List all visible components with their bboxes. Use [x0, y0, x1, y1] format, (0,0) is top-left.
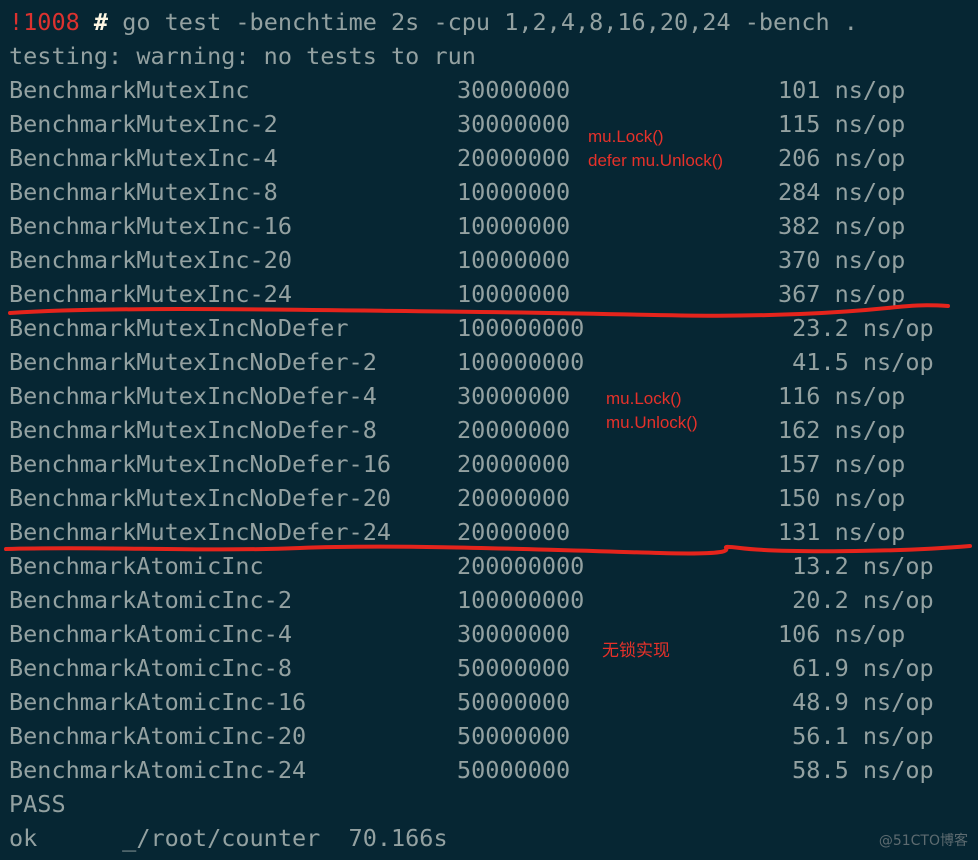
benchmark-name: BenchmarkAtomicInc-2 — [9, 586, 292, 614]
benchmark-name: BenchmarkMutexIncNoDefer-4 — [9, 382, 377, 410]
benchmark-name: BenchmarkMutexIncNoDefer-2 — [9, 348, 377, 376]
annotation-defer: mu.Lock() defer mu.Unlock() — [588, 125, 723, 173]
iteration-count: 20000000 — [457, 484, 571, 512]
iteration-count: 30000000 — [457, 620, 571, 648]
benchmark-name: BenchmarkAtomicInc-20 — [9, 722, 307, 750]
ns-per-op: 284 ns/op — [778, 178, 906, 206]
iteration-count: 100000000 — [457, 586, 585, 614]
iteration-count: 30000000 — [457, 110, 571, 138]
annotation-nodefer: mu.Lock() mu.Unlock() — [606, 387, 698, 435]
iteration-count: 200000000 — [457, 552, 585, 580]
iteration-count: 30000000 — [457, 76, 571, 104]
iteration-count: 10000000 — [457, 178, 571, 206]
benchmark-name: BenchmarkAtomicInc-8 — [9, 654, 292, 682]
ns-per-op: 157 ns/op — [778, 450, 906, 478]
benchmark-name: BenchmarkAtomicInc-4 — [9, 620, 292, 648]
ok-line: ok _/root/counter 70.166s — [9, 824, 448, 852]
ns-per-op: 206 ns/op — [778, 144, 906, 172]
iteration-count: 20000000 — [457, 416, 571, 444]
ns-per-op: 131 ns/op — [778, 518, 906, 546]
annotation-defer-line2: defer mu.Unlock() — [588, 151, 724, 170]
ns-per-op: 101 ns/op — [778, 76, 906, 104]
benchmark-name: BenchmarkMutexInc-2 — [9, 110, 278, 138]
ns-per-op: 367 ns/op — [778, 280, 906, 308]
benchmark-name: BenchmarkAtomicInc-24 — [9, 756, 307, 784]
ns-per-op: 61.9 ns/op — [778, 654, 934, 682]
ns-per-op: 56.1 ns/op — [778, 722, 934, 750]
benchmark-name: BenchmarkMutexInc-24 — [9, 280, 292, 308]
command-text: go test -benchtime 2s -cpu 1,2,4,8,16,20… — [122, 8, 858, 36]
benchmark-name: BenchmarkAtomicInc — [9, 552, 264, 580]
benchmark-name: BenchmarkMutexIncNoDefer — [9, 314, 349, 342]
iteration-count: 10000000 — [457, 212, 571, 240]
benchmark-name: BenchmarkMutexInc-8 — [9, 178, 278, 206]
watermark: @51CTO博客 — [878, 833, 968, 849]
benchmark-name: BenchmarkMutexInc-20 — [9, 246, 292, 274]
ns-per-op: 370 ns/op — [778, 246, 906, 274]
iteration-count: 20000000 — [457, 518, 571, 546]
ns-per-op: 162 ns/op — [778, 416, 906, 444]
iteration-count: 100000000 — [457, 348, 585, 376]
iteration-count: 50000000 — [457, 654, 571, 682]
iteration-count: 50000000 — [457, 722, 571, 750]
ns-per-op: 150 ns/op — [778, 484, 906, 512]
annotation-nodefer-line1: mu.Lock() — [606, 389, 682, 408]
ns-per-op: 58.5 ns/op — [778, 756, 934, 784]
benchmark-name: BenchmarkMutexIncNoDefer-24 — [9, 518, 392, 546]
annotation-nodefer-line2: mu.Unlock() — [606, 413, 698, 432]
benchmark-name: BenchmarkMutexIncNoDefer-20 — [9, 484, 392, 512]
benchmark-name: BenchmarkMutexInc-16 — [9, 212, 292, 240]
ns-per-op: 382 ns/op — [778, 212, 906, 240]
pass-line: PASS — [9, 790, 66, 818]
prompt-number: !1008 — [9, 8, 80, 36]
iteration-count: 10000000 — [457, 246, 571, 274]
benchmark-name: BenchmarkMutexInc — [9, 76, 250, 104]
iteration-count: 50000000 — [457, 756, 571, 784]
annotation-defer-line1: mu.Lock() — [588, 127, 664, 146]
benchmark-name: BenchmarkAtomicInc-16 — [9, 688, 307, 716]
ns-per-op: 13.2 ns/op — [778, 552, 934, 580]
ns-per-op: 115 ns/op — [778, 110, 906, 138]
ns-per-op: 41.5 ns/op — [778, 348, 934, 376]
ns-per-op: 20.2 ns/op — [778, 586, 934, 614]
warning-line: testing: warning: no tests to run — [9, 42, 476, 70]
annotation-atomic: 无锁实现 — [602, 641, 670, 660]
benchmark-name: BenchmarkMutexInc-4 — [9, 144, 278, 172]
command-line: !1008 # go test -benchtime 2s -cpu 1,2,4… — [9, 5, 858, 39]
iteration-count: 20000000 — [457, 144, 571, 172]
benchmark-name: BenchmarkMutexIncNoDefer-8 — [9, 416, 377, 444]
ns-per-op: 116 ns/op — [778, 382, 906, 410]
iteration-count: 10000000 — [457, 280, 571, 308]
iteration-count: 50000000 — [457, 688, 571, 716]
prompt-symbol: # — [93, 8, 109, 36]
ns-per-op: 48.9 ns/op — [778, 688, 934, 716]
iteration-count: 20000000 — [457, 450, 571, 478]
iteration-count: 30000000 — [457, 382, 571, 410]
iteration-count: 100000000 — [457, 314, 585, 342]
ns-per-op: 106 ns/op — [778, 620, 906, 648]
benchmark-name: BenchmarkMutexIncNoDefer-16 — [9, 450, 392, 478]
ns-per-op: 23.2 ns/op — [778, 314, 934, 342]
